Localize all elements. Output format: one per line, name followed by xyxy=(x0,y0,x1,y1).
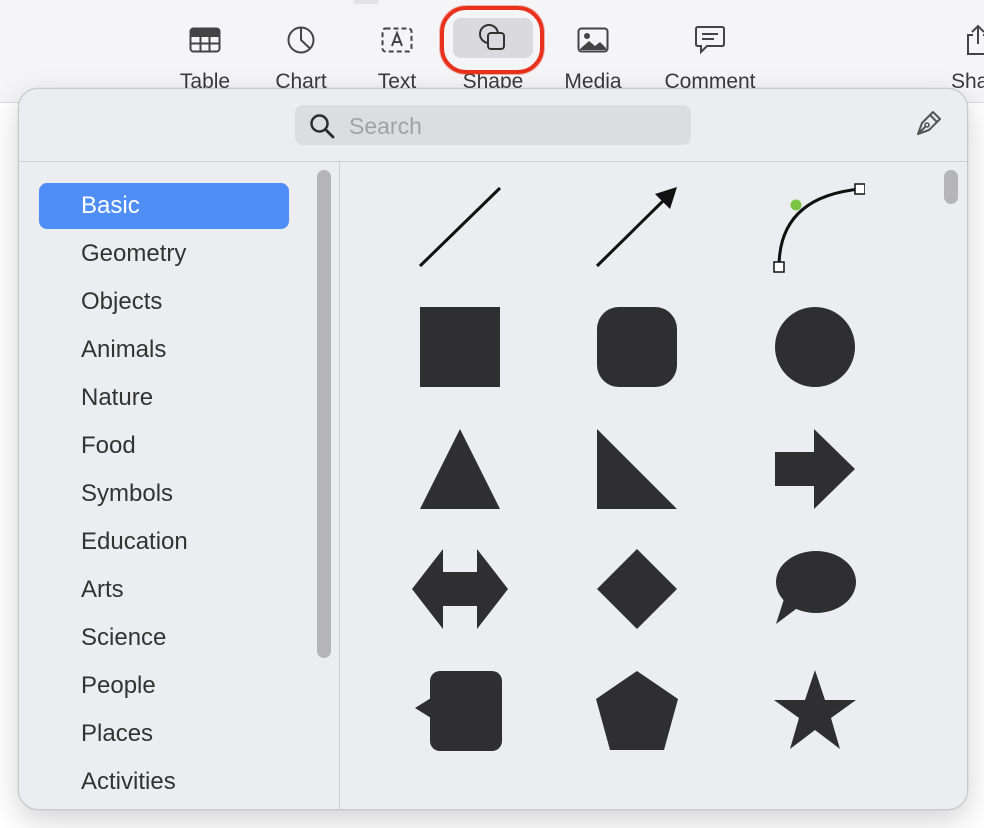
category-activities[interactable]: Activities xyxy=(39,759,289,805)
shape-circle[interactable] xyxy=(760,292,870,402)
shape-right-triangle[interactable] xyxy=(582,414,692,524)
table-button[interactable]: Table xyxy=(155,0,255,102)
category-science[interactable]: Science xyxy=(39,615,289,661)
comment-button[interactable]: Comment xyxy=(660,0,760,102)
category-objects[interactable]: Objects xyxy=(39,279,289,325)
category-basic[interactable]: Basic xyxy=(39,183,289,229)
text-box-icon xyxy=(379,22,415,58)
category-people[interactable]: People xyxy=(39,663,289,709)
search-input[interactable] xyxy=(347,105,681,147)
shape-library-popover: Basic Geometry Objects Animals Nature Fo… xyxy=(18,88,968,810)
shape-arrow[interactable] xyxy=(760,414,870,524)
share-icon xyxy=(960,22,984,58)
shape-square[interactable] xyxy=(405,292,515,402)
shape-rounded-square[interactable] xyxy=(582,292,692,402)
shape-speech-bubble[interactable] xyxy=(760,534,870,644)
shape-pentagon[interactable] xyxy=(582,656,692,766)
comment-icon xyxy=(692,22,728,58)
search-icon xyxy=(309,113,335,144)
category-nature[interactable]: Nature xyxy=(39,375,289,421)
shape-triangle[interactable] xyxy=(405,414,515,524)
shape-double-arrow[interactable] xyxy=(405,534,515,644)
chart-button[interactable]: Chart xyxy=(251,0,351,102)
category-food[interactable]: Food xyxy=(39,423,289,469)
shape-diamond[interactable] xyxy=(582,534,692,644)
category-arts[interactable]: Arts xyxy=(39,567,289,613)
table-icon xyxy=(187,22,223,58)
shape-grid xyxy=(340,162,967,809)
shape-arrow-line[interactable] xyxy=(582,172,692,282)
category-symbols[interactable]: Symbols xyxy=(39,471,289,517)
text-button[interactable]: Text xyxy=(347,0,447,102)
category-sidebar: Basic Geometry Objects Animals Nature Fo… xyxy=(19,162,339,809)
category-animals[interactable]: Animals xyxy=(39,327,289,373)
shape-line[interactable] xyxy=(405,172,515,282)
chart-icon xyxy=(283,22,319,58)
media-icon xyxy=(575,22,611,58)
category-education[interactable]: Education xyxy=(39,519,289,565)
share-button[interactable]: Sha xyxy=(930,0,984,102)
category-places[interactable]: Places xyxy=(39,711,289,757)
search-bar[interactable] xyxy=(295,105,691,147)
shape-callout[interactable] xyxy=(405,656,515,766)
shape-curve[interactable] xyxy=(760,172,870,282)
draw-with-pen-button[interactable] xyxy=(911,107,947,143)
pen-icon xyxy=(914,108,944,143)
sidebar-scrollbar[interactable] xyxy=(317,170,331,658)
grid-scrollbar[interactable] xyxy=(944,170,958,204)
media-button[interactable]: Media xyxy=(543,0,643,102)
category-geometry[interactable]: Geometry xyxy=(39,231,289,277)
shape-star[interactable] xyxy=(760,656,870,766)
shape-highlight-annotation xyxy=(440,6,544,74)
